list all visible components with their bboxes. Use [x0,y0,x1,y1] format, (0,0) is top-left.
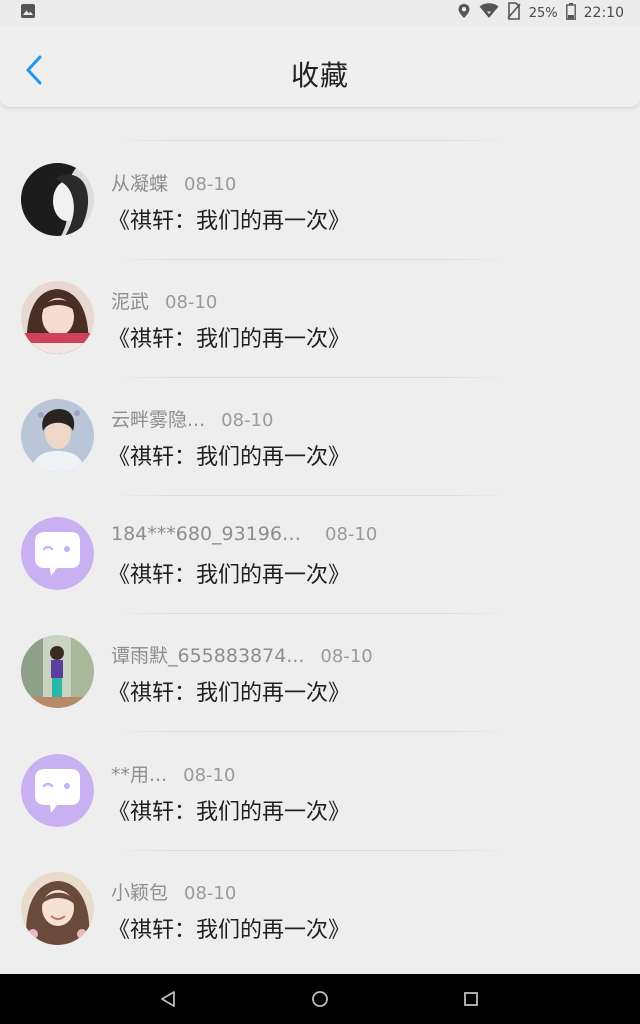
list-item[interactable]: 云畔雾隐... 08-10 《祺轩：我们的再一次》 [0,377,640,495]
list-item[interactable]: 小颖包 08-10 《祺轩：我们的再一次》 [0,850,640,968]
item-meta: **用... 08-10 [111,760,235,787]
item-title[interactable]: 《祺轩：我们的再一次》 [108,439,350,471]
default-chat-avatar [21,754,94,827]
clock: 22:10 [583,5,624,21]
item-meta: 云畔雾隐... 08-10 [111,405,273,432]
item-meta: 泥武 08-10 [111,287,217,314]
item-date: 08-10 [184,883,237,904]
avatar [21,635,94,708]
avatar [21,872,94,945]
item-date: 08-10 [325,524,378,545]
item-date: 08-10 [183,765,236,786]
page-title: 收藏 [290,59,349,92]
avatar [21,163,94,236]
list-item[interactable]: 泥武 08-10 《祺轩：我们的再一次》 [0,259,640,377]
item-meta: 184***680_931963... 08-10 [111,523,377,545]
status-bar: 25% 22:10 [0,0,640,26]
author-name: 泥武 [111,291,150,313]
item-meta: 从凝蝶 08-10 [111,169,236,196]
favorites-list[interactable]: 从凝蝶 08-10 《祺轩：我们的再一次》 泥武 08-10 《祺轩：我们的再一… [0,22,640,972]
list-item[interactable]: 谭雨默_655883874... 08-10 《祺轩：我们的再一次》 [0,613,640,731]
author-name: 谭雨默_655883874... [111,645,305,667]
nav-recents-button[interactable] [461,989,481,1009]
avatar [21,399,94,472]
wifi-icon [479,3,499,23]
item-date: 08-10 [320,646,373,667]
item-title[interactable]: 《祺轩：我们的再一次》 [108,203,350,235]
list-item[interactable]: **用... 08-10 《祺轩：我们的再一次》 [0,732,640,850]
default-chat-avatar [21,517,94,590]
no-sim-icon [507,2,521,24]
item-meta: 谭雨默_655883874... 08-10 [111,641,373,668]
nav-back-button[interactable] [158,989,178,1009]
list-item[interactable]: 从凝蝶 08-10 《祺轩：我们的再一次》 [0,141,640,259]
square-recents-icon [464,992,478,1006]
item-title[interactable]: 《祺轩：我们的再一次》 [108,794,350,826]
status-right: 25% 22:10 [457,2,624,24]
author-name: 小颖包 [111,882,169,904]
location-icon [457,3,471,23]
item-title[interactable]: 《祺轩：我们的再一次》 [108,912,350,944]
battery-percent: 25% [528,5,558,21]
item-date: 08-10 [184,174,237,195]
item-date: 08-10 [221,410,274,431]
triangle-back-icon [161,991,175,1007]
item-title[interactable]: 《祺轩：我们的再一次》 [108,557,350,589]
list-item[interactable]: 184***680_931963... 08-10 《祺轩：我们的再一次》 [0,495,640,613]
battery-icon [565,2,576,24]
item-meta: 小颖包 08-10 [111,878,236,905]
system-nav-bar [0,974,640,1024]
nav-home-button[interactable] [310,989,330,1009]
image-notification-icon [20,3,36,23]
author-name: 云畔雾隐... [111,409,206,431]
avatar [21,281,94,354]
item-title[interactable]: 《祺轩：我们的再一次》 [108,321,350,353]
item-title[interactable]: 《祺轩：我们的再一次》 [108,675,350,707]
item-date: 08-10 [165,292,218,313]
app-header: 收藏 [0,26,640,108]
author-name: 184***680_931963... [111,523,309,545]
circle-home-icon [312,991,328,1007]
author-name: **用... [111,764,168,786]
author-name: 从凝蝶 [111,173,169,195]
status-left [20,3,36,23]
